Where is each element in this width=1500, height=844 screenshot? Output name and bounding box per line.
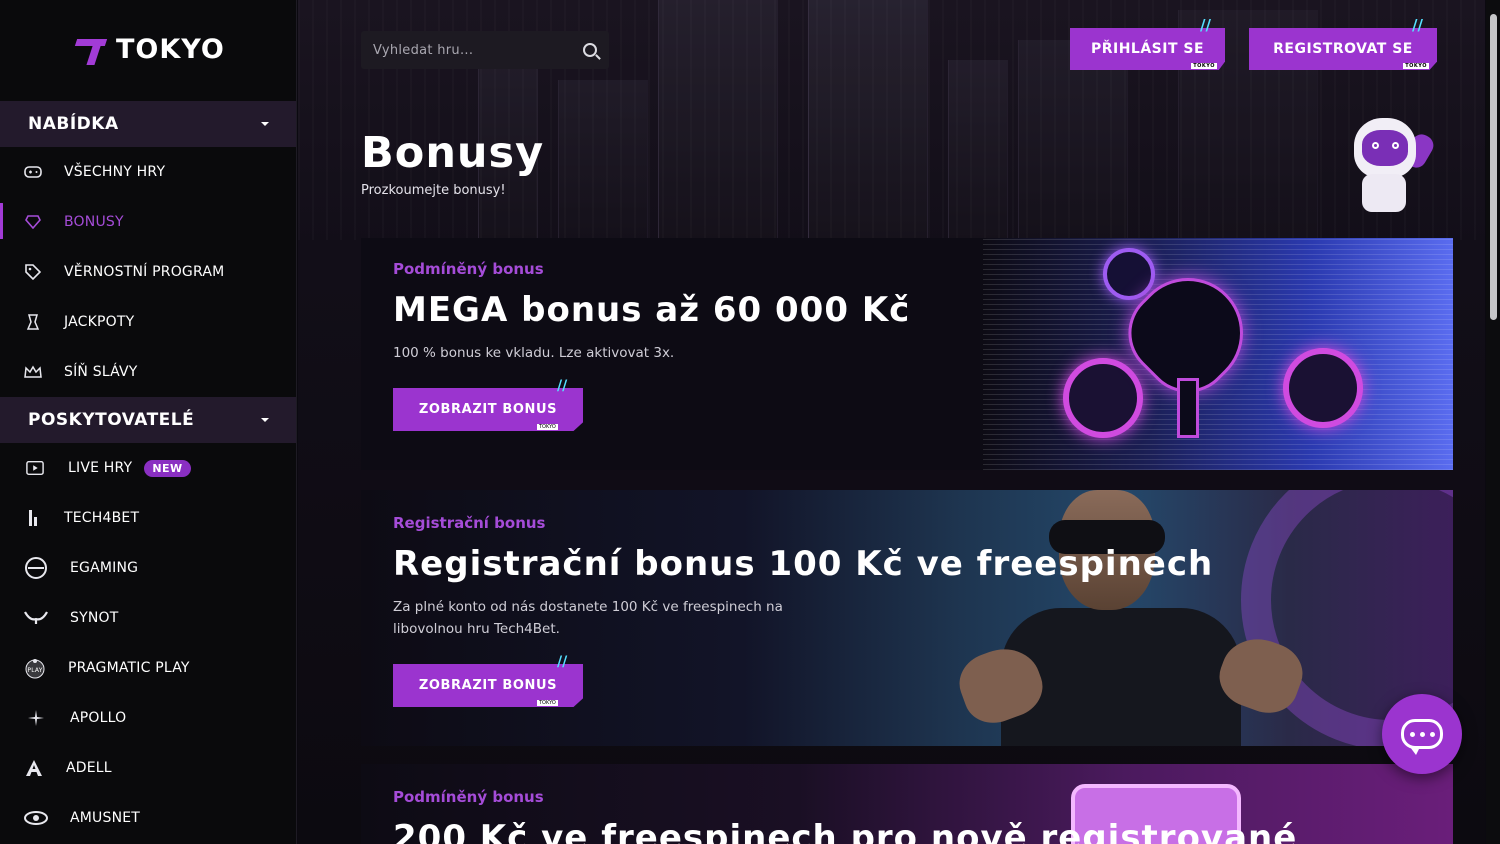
caret-down-icon <box>261 418 269 422</box>
login-button[interactable]: PŘIHLÁSIT SE TOKYO <box>1070 28 1225 70</box>
bonus-card-mega: Podmíněný bonus MEGA bonus až 60 000 Kč … <box>361 238 1453 470</box>
spade-icon <box>1110 255 1266 448</box>
login-button-wrap: PŘIHLÁSIT SE TOKYO // <box>1070 0 1225 80</box>
sidebar-item-all-games[interactable]: VŠECHNY HRY <box>0 147 296 197</box>
sidebar-item-label: ADELL <box>66 760 112 776</box>
sidebar-item-label: EGAMING <box>70 560 139 576</box>
sidebar-item-label: JACKPOTY <box>64 314 135 330</box>
scrollbar-thumb[interactable] <box>1490 14 1497 320</box>
apollo-icon <box>24 709 48 727</box>
bonus-description: Za plné konto od nás dostanete 100 Kč ve… <box>393 599 783 637</box>
svg-text:PLAY: PLAY <box>27 667 42 674</box>
register-button[interactable]: REGISTROVAT SE TOKYO <box>1249 28 1437 70</box>
page-subtitle: Prozkoumejte bonusy! <box>361 183 506 198</box>
chat-icon <box>1401 719 1443 755</box>
sidebar-item-pragmatic[interactable]: PLAY PRAGMATIC PLAY <box>0 643 296 693</box>
button-tag: TOKYO <box>537 700 558 706</box>
scrollbar[interactable] <box>1486 0 1500 844</box>
bonus-kicker: Podmíněný bonus <box>393 260 544 278</box>
sidebar-item-live-hry[interactable]: LIVE HRY NEW <box>0 443 296 493</box>
section-nabidka[interactable]: NABÍDKA <box>0 101 296 147</box>
club-chip-icon <box>1283 348 1363 428</box>
bonus-description: 100 % bonus ke vkladu. Lze aktivovat 3x. <box>393 345 675 361</box>
play-icon <box>26 459 44 477</box>
brand-name: TOKYO <box>116 34 225 65</box>
sidebar-item-adell[interactable]: ADELL <box>0 743 296 793</box>
search-input[interactable] <box>373 42 563 58</box>
egaming-icon <box>24 556 48 580</box>
sidebar-item-tech4bet[interactable]: TECH4BET <box>0 493 296 543</box>
synot-icon <box>24 609 48 627</box>
tokyo-logo-icon <box>74 35 110 65</box>
bonus-kicker: Registrační bonus <box>393 514 546 532</box>
brand-logo[interactable]: TOKYO <box>74 34 225 65</box>
adell-icon <box>24 759 44 777</box>
show-bonus-label: ZOBRAZIT BONUS <box>418 678 558 693</box>
caret-down-icon <box>261 122 269 126</box>
button-tag: TOKYO <box>537 424 558 430</box>
slash-decoration-icon: // <box>1412 16 1423 34</box>
sidebar-item-label: VĚRNOSTNÍ PROGRAM <box>64 264 225 280</box>
diamond-chip-icon <box>1063 358 1143 438</box>
search-bar[interactable] <box>361 31 609 69</box>
sidebar-item-label: SYNOT <box>70 610 119 626</box>
jackpot-icon <box>24 313 42 331</box>
login-button-label: PŘIHLÁSIT SE <box>1090 41 1205 57</box>
sidebar-item-egaming[interactable]: EGAMING <box>0 543 296 593</box>
search-icon[interactable] <box>583 43 597 57</box>
diamond-icon <box>24 213 42 231</box>
bonus-title: Registrační bonus 100 Kč ve freespinech <box>393 544 1214 584</box>
section-poskytovatele-label: POSKYTOVATELÉ <box>28 410 195 430</box>
gamepad-icon <box>24 163 42 181</box>
sidebar-item-label: PRAGMATIC PLAY <box>68 660 190 676</box>
sidebar-item-label: APOLLO <box>70 710 127 726</box>
login-button-tag: TOKYO <box>1191 63 1217 69</box>
sidebar-item-apollo[interactable]: APOLLO <box>0 693 296 743</box>
bonus-title: MEGA bonus až 60 000 Kč <box>393 290 911 330</box>
main-content: PŘIHLÁSIT SE TOKYO // REGISTROVAT SE TOK… <box>298 0 1485 844</box>
show-bonus-label: ZOBRAZIT BONUS <box>418 402 558 417</box>
chat-button[interactable] <box>1382 694 1462 774</box>
sidebar-item-label: VŠECHNY HRY <box>64 164 166 180</box>
sidebar-item-label: AMUSNET <box>70 810 141 826</box>
sidebar-item-label: BONUSY <box>64 214 124 230</box>
tech4bet-icon <box>24 509 42 527</box>
amusnet-icon <box>24 809 48 827</box>
sidebar: TOKYO NABÍDKA VŠECHNY HRY BONUSY VĚRNOST… <box>0 0 297 844</box>
slash-decoration-icon: // <box>557 654 568 670</box>
bonus-kicker: Podmíněný bonus <box>393 788 544 806</box>
register-button-wrap: REGISTROVAT SE TOKYO // <box>1249 0 1437 80</box>
sidebar-item-hall-of-fame[interactable]: SÍŇ SLÁVY <box>0 347 296 397</box>
spade-artwork <box>983 238 1453 470</box>
new-badge: NEW <box>144 459 191 477</box>
sidebar-item-jackpots[interactable]: JACKPOTY <box>0 297 296 347</box>
sidebar-item-synot[interactable]: SYNOT <box>0 593 296 643</box>
sidebar-item-label: LIVE HRY <box>68 460 133 476</box>
slash-decoration-icon: // <box>1200 16 1211 34</box>
sidebar-item-loyalty[interactable]: VĚRNOSTNÍ PROGRAM <box>0 247 296 297</box>
pragmatic-icon: PLAY <box>24 657 46 679</box>
page-title: Bonusy <box>361 128 545 178</box>
sidebar-item-amusnet[interactable]: AMUSNET <box>0 793 296 843</box>
slash-decoration-icon: // <box>557 378 568 394</box>
bonus-title: 200 Kč ve freespinech pro nově registrov… <box>393 818 1298 844</box>
tag-icon <box>24 263 42 281</box>
crown-icon <box>24 363 42 381</box>
sidebar-item-bonusy[interactable]: BONUSY <box>0 197 296 247</box>
section-nabidka-label: NABÍDKA <box>28 114 119 134</box>
register-button-label: REGISTROVAT SE <box>1273 41 1413 57</box>
bonus-card-registration: Registrační bonus Registrační bonus 100 … <box>361 490 1453 746</box>
robot-mascot-icon <box>1340 108 1438 220</box>
bonus-card-freespins: Podmíněný bonus 200 Kč ve freespinech pr… <box>361 764 1453 844</box>
sidebar-item-label: TECH4BET <box>64 510 140 526</box>
sidebar-item-label: SÍŇ SLÁVY <box>64 364 138 380</box>
section-poskytovatele[interactable]: POSKYTOVATELÉ <box>0 397 296 443</box>
register-button-tag: TOKYO <box>1403 63 1429 69</box>
